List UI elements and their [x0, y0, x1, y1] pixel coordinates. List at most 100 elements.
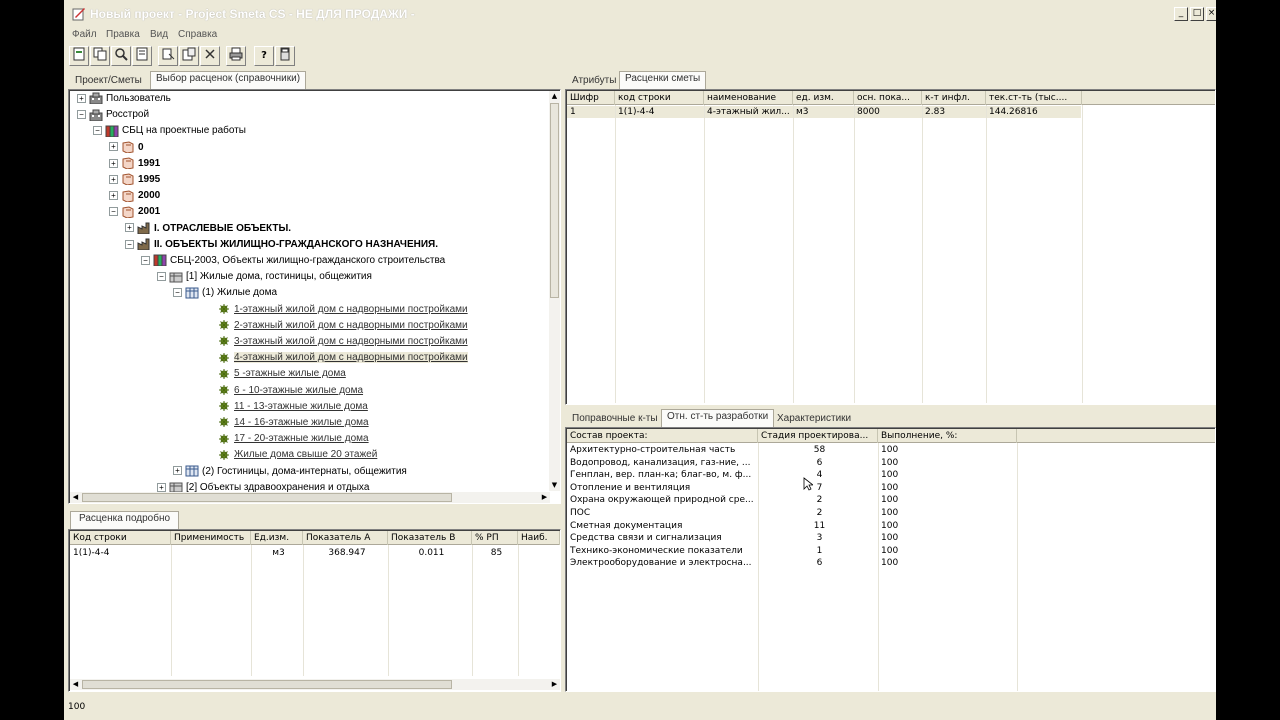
maximize-button[interactable]: □: [1190, 7, 1204, 21]
col-row-code[interactable]: Код строки: [70, 531, 171, 545]
menu-help[interactable]: Справка: [178, 29, 217, 40]
col-row-code[interactable]: код строки: [615, 91, 704, 105]
table-row[interactable]: Технико-экономические показатели 1 100: [567, 545, 1017, 557]
scroll-thumb-h[interactable]: [82, 493, 452, 502]
tab-rates-reference[interactable]: Выбор расценок (справочники): [150, 71, 307, 89]
tree-node[interactable]: 6 - 10-этажные жилые дома: [205, 383, 363, 399]
tree-node[interactable]: − II. ОБЪЕКТЫ ЖИЛИЩНО-ГРАЖДАНСКОГО НАЗНАЧ…: [125, 237, 438, 253]
expand-icon[interactable]: +: [109, 158, 118, 168]
tree-node[interactable]: 1-этажный жилой дом с надворными построй…: [205, 302, 468, 318]
table-row[interactable]: ПОС 2 100: [567, 507, 1017, 519]
table-row[interactable]: Архитектурно-строительная часть 58 100: [567, 444, 1017, 456]
menu-file[interactable]: Файл: [72, 29, 97, 40]
table-row[interactable]: 1(1)-4-4 м3 368.947 0.011 85: [70, 547, 560, 559]
expand-icon[interactable]: +: [109, 142, 118, 152]
cut-icon[interactable]: [158, 46, 178, 66]
table-row[interactable]: Генплан, вер. план-ка; благ-во, м. ф... 4…: [567, 469, 1017, 481]
collapse-icon[interactable]: −: [173, 288, 182, 298]
print-icon[interactable]: [226, 46, 246, 66]
tab-estimate-rates[interactable]: Расценки сметы: [619, 71, 707, 89]
collapse-icon[interactable]: −: [109, 207, 118, 217]
tab-correction-coefs[interactable]: Поправочные к-ты: [567, 412, 663, 427]
col-rp-percent[interactable]: % РП: [472, 531, 518, 545]
table-row[interactable]: Отопление и вентиляция 7 100: [567, 482, 1017, 494]
tree-node[interactable]: 4-этажный жилой дом с надворными построй…: [205, 350, 468, 366]
minimize-button[interactable]: _: [1174, 7, 1188, 21]
tree-horizontal-scrollbar[interactable]: ◀ ▶: [70, 492, 550, 503]
tree-node[interactable]: − Росстрой: [77, 107, 149, 123]
tree-node[interactable]: Жилые дома свыше 20 этажей: [205, 447, 377, 463]
scroll-right-arrow[interactable]: ▶: [549, 679, 560, 690]
collapse-icon[interactable]: −: [141, 255, 150, 265]
scroll-up-arrow[interactable]: ▲: [549, 91, 560, 102]
col-inflation-coef[interactable]: к-т инфл.: [922, 91, 986, 105]
col-indicator-a[interactable]: Показатель А: [303, 531, 388, 545]
delete-icon[interactable]: [200, 46, 220, 66]
tab-project[interactable]: Проект/Сметы: [70, 74, 147, 89]
collapse-icon[interactable]: −: [125, 239, 134, 249]
copy-icon[interactable]: [90, 46, 110, 66]
tab-relative-cost[interactable]: Отн. ст-ть разработки: [661, 409, 775, 427]
tab-characteristics[interactable]: Характеристики: [772, 412, 856, 427]
col-cipher[interactable]: Шифр: [567, 91, 615, 105]
expand-icon[interactable]: +: [109, 174, 118, 184]
collapse-icon[interactable]: −: [157, 272, 166, 282]
expand-icon[interactable]: +: [77, 93, 86, 103]
col-base-indicator[interactable]: осн. пока...: [854, 91, 922, 105]
col-name[interactable]: наименование: [704, 91, 793, 105]
col-completion[interactable]: Выполнение, %:: [878, 429, 1017, 443]
tree-node[interactable]: +1991: [109, 156, 160, 172]
tree-node[interactable]: − СБЦ на проектные работы: [93, 123, 246, 139]
col-project-composition[interactable]: Состав проекта:: [567, 429, 758, 443]
close-button[interactable]: ×: [1206, 7, 1216, 21]
document-icon[interactable]: [132, 46, 152, 66]
tree-node[interactable]: − СБЦ-2003, Объекты жилищно-гражданского …: [141, 253, 445, 269]
tree-node[interactable]: +1995: [109, 172, 160, 188]
tree-node[interactable]: 17 - 20-этажные жилые дома: [205, 431, 369, 447]
paste-icon[interactable]: [179, 46, 199, 66]
collapse-icon[interactable]: −: [77, 110, 86, 120]
col-current-cost[interactable]: тек.ст-ть (тыс....: [986, 91, 1082, 105]
scroll-thumb-h[interactable]: [82, 680, 452, 689]
help-icon[interactable]: ?: [254, 46, 274, 66]
tree-node[interactable]: + I. ОТРАСЛЕВЫЕ ОБЪЕКТЫ.: [125, 221, 291, 237]
new-icon[interactable]: [69, 46, 89, 66]
table-row[interactable]: Сметная документация 11 100: [567, 520, 1017, 532]
tree-node[interactable]: 14 - 16-этажные жилые дома: [205, 415, 369, 431]
tree-node[interactable]: 5 -этажные жилые дома: [205, 366, 346, 382]
scroll-down-arrow[interactable]: ▼: [549, 480, 560, 491]
tree-node[interactable]: 3-этажный жилой дом с надворными построй…: [205, 334, 468, 350]
tab-attributes[interactable]: Атрибуты: [567, 74, 621, 89]
expand-icon[interactable]: +: [157, 482, 166, 492]
col-applicability[interactable]: Применимость: [171, 531, 251, 545]
tree-node[interactable]: +2000: [109, 188, 160, 204]
tree-node[interactable]: − [1] Жилые дома, гостиницы, общежития: [157, 269, 372, 285]
col-max[interactable]: Наиб.: [518, 531, 560, 545]
menu-edit[interactable]: Правка: [106, 29, 140, 40]
col-indicator-b[interactable]: Показатель В: [388, 531, 472, 545]
tree-vertical-scrollbar[interactable]: ▲ ▼: [549, 91, 560, 491]
tree-node[interactable]: + Пользователь: [77, 91, 171, 107]
expand-icon[interactable]: +: [173, 466, 182, 476]
expand-icon[interactable]: +: [125, 223, 134, 233]
tree-node[interactable]: − 2001: [109, 204, 160, 220]
table-row[interactable]: Водопровод, канализация, газ-ние, ... 6 10…: [567, 457, 1017, 469]
detail-horizontal-scrollbar[interactable]: ◀ ▶: [70, 679, 560, 690]
tree-node[interactable]: + (2) Гостиницы, дома-интернаты, общежити…: [173, 464, 407, 480]
tree-node[interactable]: +0: [109, 140, 144, 156]
table-row[interactable]: Электрооборудование и электросна... 6 100: [567, 557, 1017, 569]
col-design-stage[interactable]: Стадия проектирова...: [758, 429, 878, 443]
tree-node[interactable]: 2-этажный жилой дом с надворными построй…: [205, 318, 468, 334]
calculator-icon[interactable]: [275, 46, 295, 66]
menu-view[interactable]: Вид: [150, 29, 168, 40]
table-row[interactable]: Средства связи и сигнализация 3 100: [567, 532, 1017, 544]
expand-icon[interactable]: +: [109, 191, 118, 201]
col-unit[interactable]: Ед.изм.: [251, 531, 303, 545]
tab-rate-detail[interactable]: Расценка подробно: [70, 511, 180, 529]
tree-node[interactable]: 11 - 13-этажные жилые дома: [205, 399, 368, 415]
table-row[interactable]: 1 1(1)-4-4 4-этажный жил... м3 8000 2.83…: [567, 106, 1081, 118]
scroll-right-arrow[interactable]: ▶: [539, 492, 550, 503]
find-icon[interactable]: [111, 46, 131, 66]
scroll-left-arrow[interactable]: ◀: [70, 679, 81, 690]
collapse-icon[interactable]: −: [93, 126, 102, 136]
